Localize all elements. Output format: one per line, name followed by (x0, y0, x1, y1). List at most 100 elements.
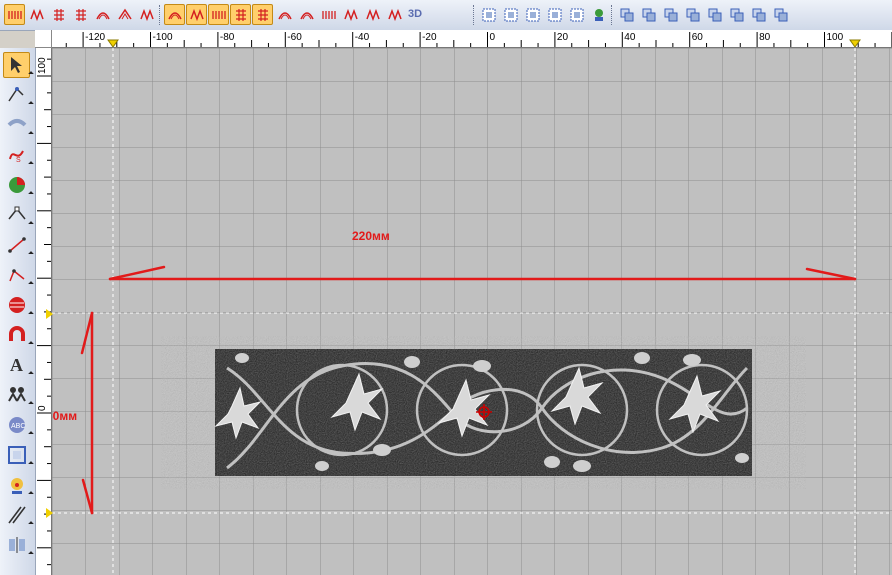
ruler-label: -100 (153, 32, 173, 43)
auto-zigzag-button[interactable] (318, 4, 339, 25)
select-frame-button[interactable] (500, 4, 521, 25)
pointer-tool[interactable] (3, 52, 34, 78)
auto-wave-icon (300, 12, 314, 20)
hook-tool[interactable] (3, 322, 34, 348)
text-tool[interactable]: A (3, 352, 34, 378)
layer-4-button[interactable] (682, 4, 703, 25)
flyout-arrow-icon (28, 371, 34, 377)
emboss-icon (431, 7, 447, 23)
flyout-arrow-icon (28, 221, 34, 227)
auto-radial-button[interactable] (208, 4, 229, 25)
auto-star-button[interactable] (274, 4, 295, 25)
3d-button[interactable]: 3D (408, 8, 422, 20)
auto-triangle-icon (258, 9, 268, 21)
tools-toolbar: S A ABC (0, 48, 36, 575)
line-tool-icon (8, 237, 26, 253)
auto-radial-icon (212, 11, 226, 19)
shape-edit-tool[interactable] (3, 82, 34, 108)
layer-2-button[interactable] (638, 4, 659, 25)
cup-button[interactable] (450, 4, 471, 25)
auto-fill-button[interactable] (164, 4, 185, 25)
layer-7-button[interactable] (748, 4, 769, 25)
svg-text:ABC: ABC (11, 423, 25, 430)
auto-triangle-button[interactable] (252, 4, 273, 25)
horizontal-ruler[interactable]: -120 -100 -80 -60 -40 -20 0 20 40 60 80 100 (52, 30, 892, 48)
emboss-button[interactable] (428, 4, 449, 25)
select-nodes-button[interactable] (478, 4, 499, 25)
stitch-cross-button[interactable] (114, 4, 135, 25)
line-tool[interactable] (3, 232, 34, 258)
pointer-tool-icon (11, 57, 22, 73)
stitch-pattern-icon (96, 12, 110, 20)
align-tool[interactable] (3, 532, 34, 558)
frame-tool-icon (8, 446, 26, 464)
select-group-button[interactable] (522, 4, 543, 25)
design-canvas[interactable]: 220мм 60мм (52, 48, 892, 575)
layer-6-button[interactable] (726, 4, 747, 25)
color-palette-button[interactable] (588, 4, 609, 25)
layer-8-icon (774, 8, 788, 22)
auto-cross-icon (190, 8, 204, 22)
ruler-corner (35, 30, 52, 48)
polyline-tool[interactable] (3, 262, 34, 288)
ruler-label: -40 (355, 32, 370, 43)
arc-fill-tool[interactable] (3, 112, 34, 138)
people-tool[interactable] (3, 382, 34, 408)
auto-cross-button[interactable] (186, 4, 207, 25)
stitch-pattern-button[interactable] (92, 4, 113, 25)
auto-lines-button[interactable] (362, 4, 383, 25)
stitch-run-button[interactable] (26, 4, 47, 25)
ruler-label: 100 (37, 57, 48, 74)
clown-tool-icon (11, 478, 23, 494)
layer-4-icon (686, 8, 700, 22)
flyout-arrow-icon (28, 401, 34, 407)
layer-1-button[interactable] (616, 4, 637, 25)
stitch-zigzag-button[interactable] (48, 4, 69, 25)
cup-icon (453, 7, 469, 23)
canvas-grid (52, 48, 892, 575)
layer-1-icon (620, 8, 634, 22)
auto-fan-button[interactable] (230, 4, 251, 25)
auto-block-button[interactable] (340, 4, 361, 25)
parallel-lines-tool-icon (8, 506, 26, 524)
flyout-arrow-icon (28, 341, 34, 347)
stitch-fill-icon (8, 11, 22, 19)
satin-tool[interactable]: S (3, 142, 34, 168)
toolbar-separator (473, 5, 476, 25)
select-group-icon (526, 8, 540, 22)
hook-tool-icon (9, 326, 25, 341)
layer-3-button[interactable] (660, 4, 681, 25)
guide-marker-bottom[interactable] (46, 508, 53, 518)
layer-8-button[interactable] (770, 4, 791, 25)
shape-edit-tool-icon (8, 87, 24, 102)
ruler-label: 20 (557, 32, 569, 43)
select-square-icon (570, 8, 584, 22)
monogram-tool[interactable]: ABC (3, 412, 34, 438)
toolbar-separator (611, 5, 614, 25)
auto-wave-button[interactable] (296, 4, 317, 25)
stitch-column-button[interactable] (70, 4, 91, 25)
ruler-label: 40 (624, 32, 636, 43)
select-move-icon (548, 8, 562, 22)
select-square-button[interactable] (566, 4, 587, 25)
stitch-run-icon (30, 8, 44, 22)
svg-text:A: A (10, 355, 23, 375)
stitch-fill-button[interactable] (4, 4, 25, 25)
auto-hatch-button[interactable] (384, 4, 405, 25)
clown-tool[interactable] (3, 472, 34, 498)
ruler-label: -80 (220, 32, 235, 43)
guide-marker-top[interactable] (46, 309, 53, 319)
layer-5-button[interactable] (704, 4, 725, 25)
flyout-arrow-icon (28, 161, 34, 167)
frame-tool[interactable] (3, 442, 34, 468)
ruler-label: 60 (692, 32, 704, 43)
ruler-label: 0 (37, 405, 48, 411)
ball-fill-tool[interactable] (3, 292, 34, 318)
ruler-label: 100 (827, 32, 844, 43)
node-edit-tool[interactable] (3, 202, 34, 228)
embroidery-design-image[interactable] (214, 349, 752, 476)
color-wheel-tool[interactable] (3, 172, 34, 198)
select-move-button[interactable] (544, 4, 565, 25)
parallel-lines-tool[interactable] (3, 502, 34, 528)
stitch-arc-button[interactable] (136, 4, 157, 25)
